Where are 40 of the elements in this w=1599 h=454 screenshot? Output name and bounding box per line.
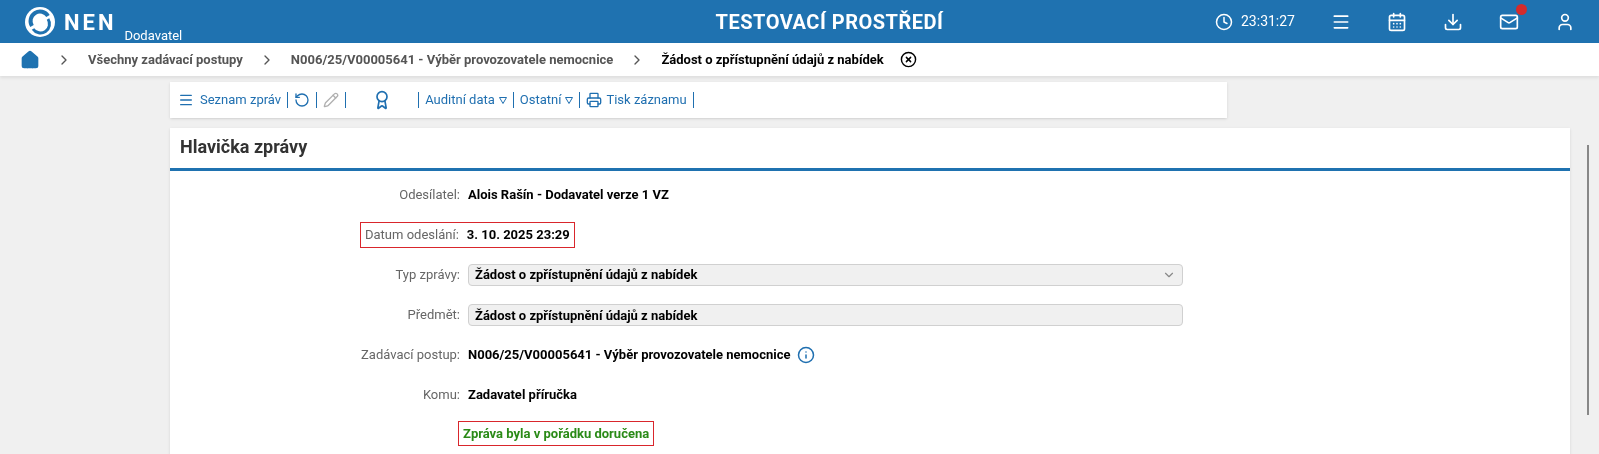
dropdown-triangle-icon [498,96,507,104]
pencil-icon [323,92,340,108]
breadcrumb-link[interactable]: N006/25/V00005641 - Výběr provozovatele nemocnice [290,49,614,70]
message-type-select[interactable]: Žádost o zpřístupnění údajů z nabídek [468,264,1183,286]
field-label: Odesílatel: [399,187,460,203]
clock-time: 23:31:27 [1241,12,1295,31]
dropdown-triangle-icon [565,96,574,104]
printer-icon [586,92,603,108]
field-value: Zadavatel příručka [468,386,577,405]
info-icon[interactable] [796,346,815,364]
download-icon[interactable] [1443,11,1463,32]
refresh-icon [294,92,311,108]
home-icon[interactable] [20,49,40,70]
field-label: Komu: [422,387,460,403]
environment-title: TESTOVACÍ PROSTŘEDÍ [714,8,945,36]
logo-subtitle: Dodavatel [124,28,183,42]
refresh-button[interactable] [294,92,311,108]
field-label: Předmět: [407,307,460,323]
logo-text: NEN [64,11,117,34]
user-icon[interactable] [1555,11,1575,32]
dropdown-button[interactable]: Ostatní [519,90,574,110]
delivery-status: Zpráva byla v pořádku doručena [458,421,655,446]
dropdown-button[interactable]: Auditní data [425,90,507,110]
field-label: Zadávací postup: [361,347,460,363]
field-label: Typ zprávy: [395,267,460,283]
field-value: N006/25/V00005641 - Výběr provozovatele nemocnice [468,346,791,365]
message-list-button[interactable]: Seznam zpráv [178,90,282,110]
breadcrumb-link[interactable]: Všechny zadávací postupy [88,49,243,70]
logo-icon [24,5,56,38]
field-label: Datum odeslání: [365,226,459,245]
close-icon[interactable] [899,51,917,68]
breadcrumb-link[interactable]: Žádost o zpřístupnění údajů z nabídek [661,49,884,70]
menu-icon [178,92,194,108]
clock-icon [1215,12,1233,31]
print-button[interactable]: Tisk záznamu [586,90,687,110]
section-title: Hlavička zprávy [180,135,308,159]
calendar-icon[interactable] [1387,11,1407,32]
field-value: 3. 10. 2025 23:29 [466,226,570,245]
subject-field[interactable]: Žádost o zpřístupnění údajů z nabídek [468,304,1183,326]
field-value: Alois Rašín - Dodavatel verze 1 VZ [468,186,669,205]
